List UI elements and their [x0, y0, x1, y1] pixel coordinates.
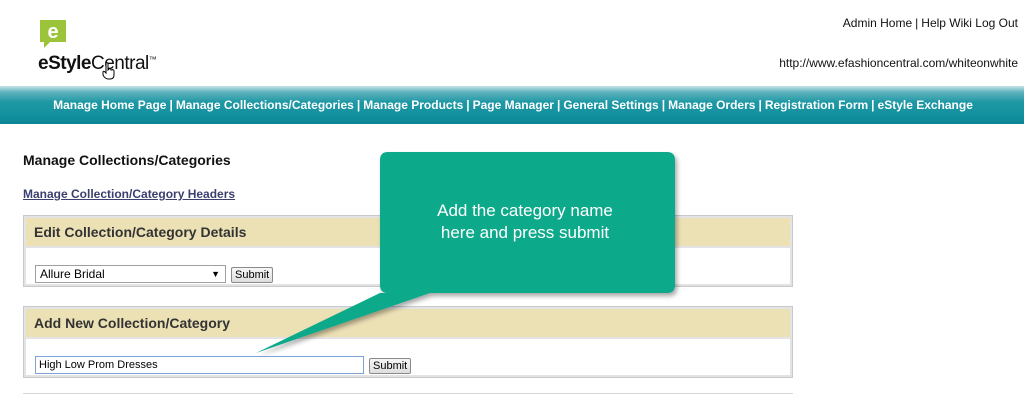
link-separator: |	[915, 16, 919, 30]
add-submit-button[interactable]: Submit	[369, 358, 412, 374]
estyle-central-logo[interactable]: e eStyleCentral™	[36, 16, 166, 80]
nav-manage-orders[interactable]: Manage Orders	[668, 98, 755, 112]
add-panel-body: High Low Prom Dresses Submit	[24, 339, 792, 377]
log-out-link[interactable]: Log Out	[975, 16, 1018, 30]
dropdown-arrow-icon: ▼	[211, 269, 220, 279]
nav-estyle-exchange[interactable]: eStyle Exchange	[878, 98, 973, 112]
nav-registration-form[interactable]: Registration Form	[765, 98, 868, 112]
nav-manage-collections[interactable]: Manage Collections/Categories	[176, 98, 354, 112]
collection-select-value: Allure Bridal	[40, 267, 105, 281]
manage-headers-link[interactable]: Manage Collection/Category Headers	[23, 187, 235, 201]
edit-panel-body: Allure Bridal ▼ Submit	[24, 248, 792, 286]
edit-submit-button[interactable]: Submit	[231, 267, 274, 283]
logo-mark-icon: e	[40, 20, 66, 48]
nav-general-settings[interactable]: General Settings	[563, 98, 658, 112]
help-wiki-link[interactable]: Help Wiki	[921, 16, 972, 30]
site-url: http://www.efashioncentral.com/whiteonwh…	[779, 56, 1018, 70]
admin-home-link[interactable]: Admin Home	[843, 16, 912, 30]
svg-text:e: e	[47, 21, 58, 43]
add-collection-panel: Add New Collection/Category High Low Pro…	[23, 306, 793, 378]
nav-page-manager[interactable]: Page Manager	[473, 98, 554, 112]
callout-text: Add the category name here and press sub…	[437, 201, 613, 242]
logo-text: eStyleCentral™	[38, 53, 157, 74]
nav-manage-products[interactable]: Manage Products	[363, 98, 463, 112]
nav-manage-home-page[interactable]: Manage Home Page	[53, 98, 166, 112]
top-links: Admin Home | Help Wiki Log Out	[843, 16, 1018, 30]
page-title: Manage Collections/Categories	[23, 152, 231, 168]
main-navbar: Manage Home Page | Manage Collections/Cate…	[0, 86, 1024, 124]
hand-cursor-icon	[102, 62, 115, 80]
divider	[23, 393, 793, 394]
add-panel-title: Add New Collection/Category	[24, 307, 792, 339]
collection-select[interactable]: Allure Bridal ▼	[35, 265, 226, 283]
category-name-input[interactable]: High Low Prom Dresses	[35, 356, 364, 374]
